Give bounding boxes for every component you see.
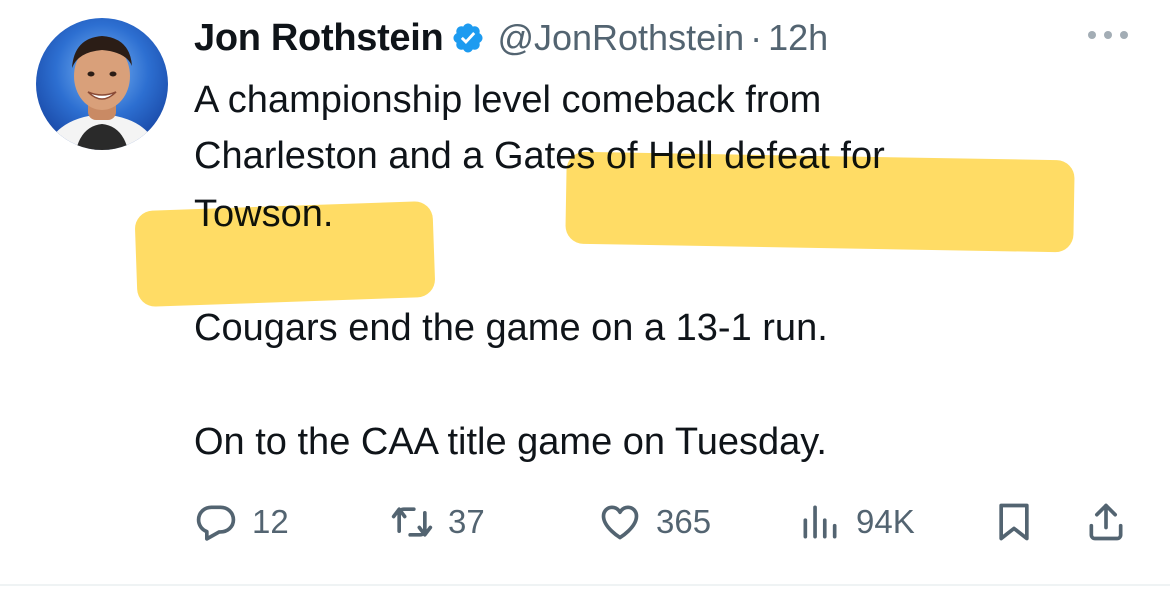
views-button[interactable]: 94K (798, 492, 915, 552)
highlight-mark (565, 151, 1075, 253)
like-button[interactable]: 365 (598, 492, 711, 552)
tweet-header: Jon Rothstein @JonRothstein · 12h (194, 12, 828, 64)
retweet-icon (391, 507, 433, 537)
share-button[interactable] (1084, 492, 1128, 552)
tweet-line: Cougars end the game on a 13-1 run. (194, 307, 828, 349)
tweet-card[interactable]: Jon Rothstein @JonRothstein · 12h A cham… (0, 0, 1170, 596)
display-name[interactable]: Jon Rothstein (194, 17, 444, 60)
verified-badge-icon (453, 23, 483, 53)
reply-icon (196, 505, 236, 541)
retweet-count: 37 (448, 503, 485, 540)
reply-count: 12 (252, 503, 289, 540)
tweet-actions: 12 37 365 94K (0, 492, 1170, 552)
like-count: 365 (656, 503, 712, 540)
bookmark-button[interactable] (992, 492, 1036, 552)
divider (0, 584, 1170, 586)
retweet-button[interactable]: 37 (390, 492, 485, 552)
share-icon (1089, 503, 1123, 541)
heart-icon (601, 505, 639, 540)
views-count: 94K (856, 503, 915, 540)
avatar[interactable] (36, 18, 168, 150)
more-options-icon[interactable] (1082, 20, 1134, 50)
tweet-line: On to the CAA title game on Tuesday. (194, 421, 827, 463)
separator-dot: · (750, 17, 763, 58)
avatar-portrait-icon (46, 36, 158, 150)
timestamp[interactable]: 12h (768, 17, 828, 59)
views-icon (803, 505, 837, 539)
author-handle[interactable]: @JonRothstein (497, 17, 744, 59)
tweet-line: A championship level comeback from (194, 79, 822, 121)
bookmark-icon (999, 503, 1029, 541)
highlight-mark (134, 200, 436, 308)
reply-button[interactable]: 12 (194, 492, 289, 552)
